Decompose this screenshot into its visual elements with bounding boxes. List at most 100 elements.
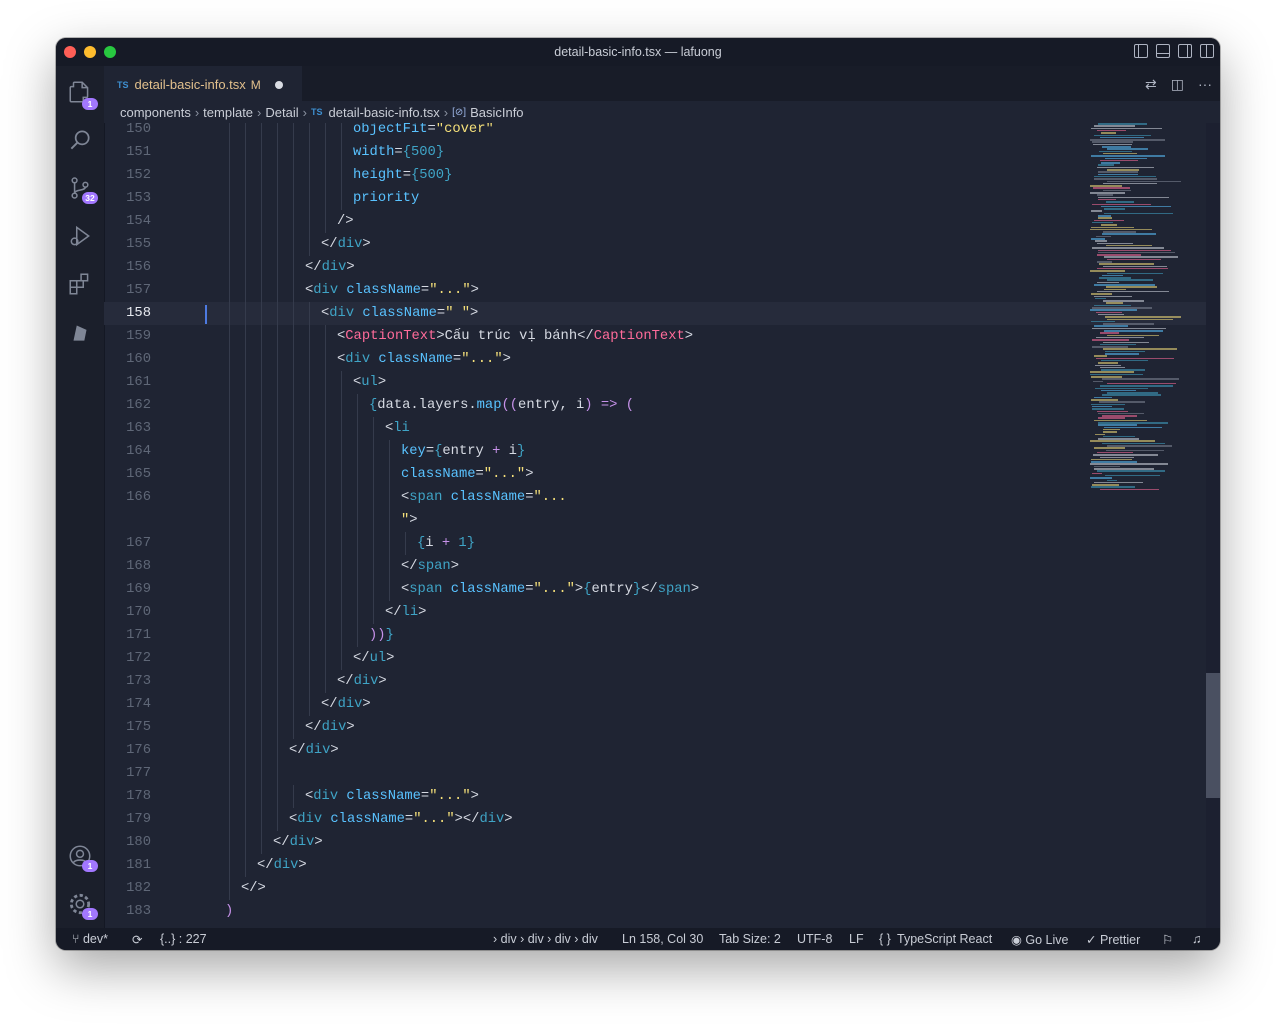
prettier-button[interactable]: ✓ Prettier bbox=[1086, 932, 1140, 947]
code-line[interactable]: 160 <div className="..."> bbox=[104, 348, 1220, 371]
docker-button[interactable] bbox=[56, 312, 104, 352]
indent-guide bbox=[277, 279, 278, 302]
open-changes-icon[interactable]: ⇄ bbox=[1145, 76, 1157, 93]
toggle-secondary-sidebar-icon[interactable] bbox=[1178, 44, 1192, 58]
tab-detail-basic-info[interactable]: TS detail-basic-info.tsx M bbox=[104, 66, 302, 102]
code-line[interactable]: 182 </> bbox=[104, 877, 1220, 900]
indent-guide bbox=[261, 808, 262, 831]
code-text: ))} bbox=[369, 624, 394, 647]
indent-guide bbox=[229, 785, 230, 808]
encoding[interactable]: UTF-8 bbox=[797, 932, 832, 946]
breadcrumb-item[interactable]: components bbox=[120, 105, 191, 120]
indent-guide bbox=[229, 279, 230, 302]
accounts-button[interactable]: 1 bbox=[56, 836, 104, 876]
search-button[interactable] bbox=[56, 120, 104, 160]
code-line[interactable]: 175 </div> bbox=[104, 716, 1220, 739]
code-line[interactable]: 165 className="..."> bbox=[104, 463, 1220, 486]
code-line[interactable]: 170 </li> bbox=[104, 601, 1220, 624]
extensions-button[interactable] bbox=[56, 264, 104, 304]
code-line[interactable]: 152 height={500} bbox=[104, 164, 1220, 187]
indent-guide bbox=[293, 394, 294, 417]
code-editor[interactable]: 150 objectFit="cover" 151 width={500} 152 hei… bbox=[104, 123, 1220, 928]
code-line[interactable]: 179 <div className="..."></div> bbox=[104, 808, 1220, 831]
code-token: > bbox=[409, 513, 418, 528]
outline-status[interactable]: {..} : 227 bbox=[160, 932, 207, 946]
code-line[interactable]: 169 <span className="...">{entry}</span> bbox=[104, 578, 1220, 601]
code-token: } bbox=[444, 168, 453, 183]
explorer-button[interactable]: 1 bbox=[56, 72, 104, 112]
code-line[interactable]: 171))} bbox=[104, 624, 1220, 647]
breadcrumb-item[interactable]: Detail bbox=[265, 105, 298, 120]
code-text: </div> bbox=[305, 716, 355, 739]
code-text: {data.layers.map((entry, i) => ( bbox=[369, 394, 634, 417]
indent-guide bbox=[357, 486, 358, 509]
code-line[interactable]: 153 priority bbox=[104, 187, 1220, 210]
scrollbar-thumb[interactable] bbox=[1206, 673, 1220, 798]
element-path[interactable]: › div › div › div › div bbox=[493, 932, 598, 946]
breadcrumb-symbol[interactable]: BasicInfo bbox=[470, 105, 523, 120]
split-editor-icon[interactable]: ◫ bbox=[1171, 76, 1184, 93]
breadcrumb-file[interactable]: detail-basic-info.tsx bbox=[329, 105, 440, 120]
code-line[interactable]: 154 /> bbox=[104, 210, 1220, 233]
minimap[interactable] bbox=[1086, 123, 1206, 503]
code-line[interactable]: 158 <div className=" "> bbox=[104, 302, 1220, 325]
run-debug-button[interactable] bbox=[56, 216, 104, 256]
tab-size[interactable]: Tab Size: 2 bbox=[719, 932, 781, 946]
vertical-scrollbar[interactable] bbox=[1206, 123, 1220, 928]
code-line[interactable]: 177 bbox=[104, 762, 1220, 785]
indent-guide bbox=[261, 233, 262, 256]
indent-guide bbox=[325, 348, 326, 371]
code-line[interactable]: 168 </span> bbox=[104, 555, 1220, 578]
source-control-button[interactable]: 32 bbox=[56, 168, 104, 208]
customize-layout-icon[interactable] bbox=[1200, 44, 1214, 58]
bell-icon[interactable]: ♫ bbox=[1192, 932, 1201, 946]
code-line[interactable]: 180 </div> bbox=[104, 831, 1220, 854]
indent-guide bbox=[261, 440, 262, 463]
code-line[interactable]: 156 </div> bbox=[104, 256, 1220, 279]
code-line[interactable]: 181 </div> bbox=[104, 854, 1220, 877]
code-token: ul bbox=[361, 375, 378, 390]
indent-guide bbox=[309, 440, 310, 463]
unsaved-dot-icon[interactable] bbox=[274, 80, 283, 89]
toggle-primary-sidebar-icon[interactable] bbox=[1134, 44, 1148, 58]
code-token: className bbox=[346, 283, 421, 298]
code-line[interactable]: 173 </div> bbox=[104, 670, 1220, 693]
language-mode[interactable]: TypeScript React bbox=[897, 932, 992, 946]
code-line[interactable]: 164 key={entry + i} bbox=[104, 440, 1220, 463]
manage-button[interactable]: 1 bbox=[56, 884, 104, 924]
code-line[interactable]: "> bbox=[104, 509, 1220, 532]
code-line[interactable]: 163 <li bbox=[104, 417, 1220, 440]
more-actions-icon[interactable]: ··· bbox=[1198, 76, 1212, 93]
code-line[interactable]: 161 <ul> bbox=[104, 371, 1220, 394]
sync-icon[interactable]: ⟳ bbox=[132, 932, 142, 947]
code-line[interactable]: 157 <div className="..."> bbox=[104, 279, 1220, 302]
line-ending[interactable]: LF bbox=[849, 932, 864, 946]
breadcrumb-item[interactable]: template bbox=[203, 105, 253, 120]
cursor-position[interactable]: Ln 158, Col 30 bbox=[622, 932, 703, 946]
code-line[interactable]: 166 <span className="... bbox=[104, 486, 1220, 509]
code-token: span bbox=[417, 559, 451, 574]
code-line[interactable]: 155 </div> bbox=[104, 233, 1220, 256]
code-line[interactable]: 174 </div> bbox=[104, 693, 1220, 716]
toggle-panel-icon[interactable] bbox=[1156, 44, 1170, 58]
code-line[interactable]: 159 <CaptionText>Cấu trúc vị bánh</Captio… bbox=[104, 325, 1220, 348]
code-token: > bbox=[330, 743, 339, 758]
feedback-icon[interactable]: ⚐ bbox=[1162, 932, 1173, 947]
code-token: div bbox=[345, 352, 371, 367]
indent-guide bbox=[309, 123, 310, 141]
code-line[interactable]: 172 </ul> bbox=[104, 647, 1220, 670]
indent-guide bbox=[373, 417, 374, 440]
code-line[interactable]: 176 </div> bbox=[104, 739, 1220, 762]
branch-status[interactable]: ⑂ dev* bbox=[72, 932, 108, 946]
code-line[interactable]: 150 objectFit="cover" bbox=[104, 123, 1220, 141]
code-line[interactable]: 167 {i + 1} bbox=[104, 532, 1220, 555]
code-line[interactable]: 178 <div className="..."> bbox=[104, 785, 1220, 808]
code-line[interactable]: 183) bbox=[104, 900, 1220, 923]
code-line[interactable]: 162 {data.layers.map((entry, i) => ( bbox=[104, 394, 1220, 417]
code-line[interactable]: 151 width={500} bbox=[104, 141, 1220, 164]
code-token: className bbox=[450, 490, 526, 505]
search-icon bbox=[70, 130, 90, 150]
code-text: <div className="..."> bbox=[305, 785, 479, 808]
go-live-button[interactable]: ◉ Go Live bbox=[1011, 932, 1069, 947]
indent-guide bbox=[357, 463, 358, 486]
